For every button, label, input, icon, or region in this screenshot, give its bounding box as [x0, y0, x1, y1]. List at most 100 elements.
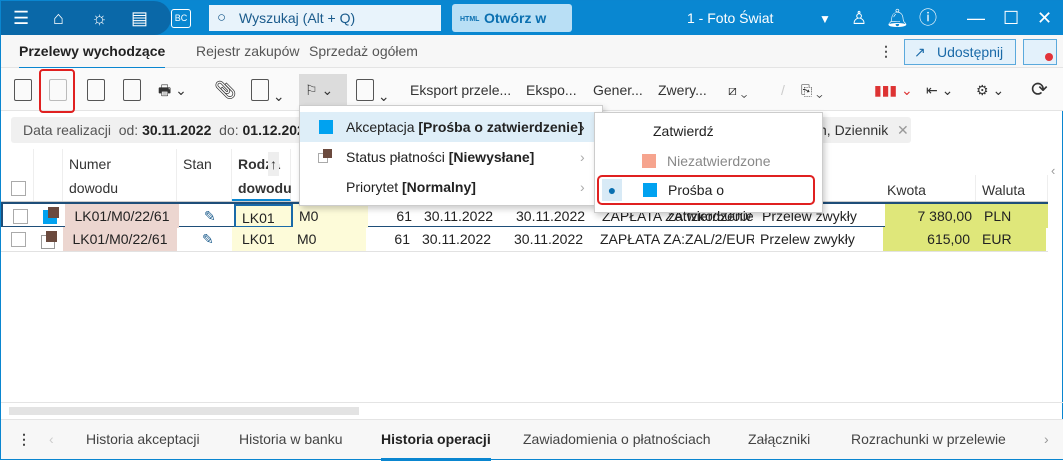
salmon-square-icon [642, 154, 656, 168]
filter-tail: n, Dziennik [819, 122, 889, 138]
lightbulb-icon[interactable]: ☼ [91, 7, 108, 29]
document-action-icon[interactable]: ⌄ [251, 76, 285, 104]
cell-numer: LK01/M0/22/61 [63, 227, 177, 251]
document-info-icon[interactable] [87, 76, 105, 104]
submenu-niezatwierdzone[interactable]: Niezatwierdzone [595, 146, 822, 176]
menu-item-priorytet[interactable]: Priorytet [Normalny] › [300, 172, 602, 202]
cell-rodzaj: LK01 [234, 204, 293, 228]
search-icon: ○ [217, 9, 227, 26]
tab-rejestr[interactable]: Rejestr zakupów [196, 35, 300, 67]
table-row[interactable]: LK01/M0/22/61 ✎ LK01 M0 61 30.11.2022 30… [1, 227, 1048, 252]
gear-warning-icon[interactable]: ⚙ ⌄ [976, 76, 1004, 104]
bottom-tabs: ⋮ ‹ Historia akceptacji Historia w banku… [1, 419, 1063, 461]
cell-nr: 61 [394, 231, 410, 247]
panel-icon[interactable]: ⇤ ⌄ [926, 76, 953, 104]
home-icon[interactable]: ⌂ [53, 7, 64, 29]
tab-przelewy[interactable]: Przelewy wychodzące [19, 35, 166, 70]
select-all-header [1, 149, 34, 201]
refresh-icon[interactable]: ⟳ [1031, 76, 1048, 104]
submenu-prosba[interactable]: ● Prośba o zatwierdzenie [597, 175, 815, 224]
generate-button[interactable]: Gener... [593, 76, 643, 104]
bell-icon[interactable]: 🔔︎ [886, 7, 909, 29]
tab-historia-operacji[interactable]: Historia operacji [381, 420, 491, 461]
bottom-scroll-left-icon[interactable]: ‹ [49, 420, 54, 458]
tab-sprzedaz[interactable]: Sprzedaż ogółem [309, 35, 418, 67]
header-waluta[interactable]: Waluta [976, 175, 1048, 201]
cell-kwota: 7 380,00 [885, 204, 978, 228]
tab-historia-akceptacji[interactable]: Historia akceptacji [86, 420, 200, 458]
help-icon[interactable]: ⓘ [919, 7, 937, 29]
print-icon[interactable]: 🖶︎ ⌄ [158, 76, 187, 104]
html-icon: HTML [460, 16, 480, 23]
clear-filter-icon[interactable]: ✕ [897, 117, 909, 143]
selected-dot-icon: ● [602, 179, 622, 201]
menu-item-status-platnosci[interactable]: Status płatności [Niewysłane] › [300, 142, 602, 172]
company-name[interactable]: 1 - Foto Świat [687, 1, 773, 35]
header-stan[interactable]: Stan [177, 149, 232, 201]
share-label: Udostępnij [937, 44, 1004, 60]
tab-historia-w-banku[interactable]: Historia w banku [239, 420, 343, 458]
document-edit-icon: ✎ [204, 208, 216, 224]
edit-document-icon[interactable] [39, 69, 75, 113]
horizontal-scrollbar[interactable] [1, 402, 1063, 416]
minimize-icon[interactable]: — [967, 7, 985, 29]
filter-do-label: do: [219, 122, 239, 138]
verify-button[interactable]: Zwery... [658, 76, 707, 104]
export-button[interactable]: Ekspo... [526, 76, 577, 104]
header-rodzaj[interactable]: Rodza dowodu ↑ [232, 149, 292, 201]
submenu-zatwierdz[interactable]: Zatwierdź [653, 116, 714, 146]
blue-square-icon [319, 120, 333, 134]
bottom-more-icon[interactable]: ⋮ [17, 420, 31, 458]
filter-od: 30.11.2022 [142, 122, 212, 138]
attachment-icon[interactable]: 📎︎ [214, 76, 237, 104]
cell-m: M0 [291, 227, 366, 251]
share-button[interactable]: ↗ Udostępnij [904, 39, 1016, 65]
delete-document-icon[interactable] [123, 76, 141, 104]
cell-date2: 30.11.2022 [514, 231, 584, 247]
copy-document-icon[interactable]: ⎘ ⌄ [801, 76, 823, 104]
flag-dropdown-menu: Akceptacja [Prośba o zatwierdzenie] › St… [299, 105, 603, 206]
document-edit-icon: ✎ [202, 231, 214, 247]
hamburger-menu-icon[interactable]: ☰ [13, 7, 29, 29]
cell-date2: 30.11.2022 [516, 208, 586, 224]
cell-rodzaj: LK01 [232, 227, 291, 251]
slash-icon: / [781, 82, 785, 98]
sort-asc-icon[interactable]: ↑ [268, 152, 279, 176]
chevron-down-icon[interactable]: ▼ [819, 8, 831, 30]
tab-zawiadomienia[interactable]: Zawiadomienia o płatnościach [523, 420, 711, 458]
tab-zalaczniki[interactable]: Załączniki [748, 420, 810, 458]
no-calendar-icon[interactable]: ⧄ ⌄ [728, 76, 747, 104]
open-html-button[interactable]: HTMLOtwórz w HTML [452, 4, 572, 54]
menu-item-akceptacja[interactable]: Akceptacja [Prośba o zatwierdzenie] › [300, 112, 602, 142]
tab-rozrachunki[interactable]: Rozrachunki w przelewie [851, 420, 1006, 458]
search-placeholder: Wyszukaj (Alt + Q) [239, 10, 356, 26]
search-input[interactable]: ○ Wyszukaj (Alt + Q) [209, 5, 441, 31]
maximize-icon[interactable]: ☐ [1003, 7, 1019, 29]
settings-document-icon[interactable]: ⌄ [356, 76, 390, 104]
flag-menu-button[interactable]: ⚐ ⌄ [299, 74, 347, 106]
bottom-scroll-right-icon[interactable]: › [1044, 420, 1049, 458]
filter-od-label: od: [118, 122, 139, 138]
row-checkbox[interactable] [11, 232, 26, 247]
close-icon[interactable]: ✕ [1037, 7, 1052, 29]
header-numer[interactable]: Numer dowodu [63, 149, 177, 201]
bc-button[interactable]: BC [171, 9, 191, 28]
cell-waluta: EUR [976, 227, 1046, 251]
chart-icon[interactable]: ▮▮▮ ⌄ [874, 76, 913, 104]
cell-waluta: PLN [978, 204, 1048, 228]
more-options-icon[interactable]: ⋮ [879, 35, 893, 67]
add-document-icon[interactable] [14, 76, 32, 104]
scroll-left-icon[interactable]: ‹ [1051, 163, 1055, 178]
scrollbar-thumb[interactable] [9, 407, 359, 415]
news-icon[interactable]: ▤ [131, 7, 148, 29]
chat-button[interactable] [1023, 39, 1057, 65]
select-all-checkbox[interactable] [11, 181, 26, 196]
row-checkbox[interactable] [13, 209, 28, 224]
chevron-right-icon: › [580, 179, 585, 195]
cell-tytul: ZAPŁATA ZA:ZAL/2/EUR [600, 231, 754, 247]
export-transfers-button[interactable]: Eksport przele... [410, 76, 511, 104]
cell-nr: 61 [396, 208, 412, 224]
header-kwota[interactable]: Kwota [881, 175, 976, 201]
user-icon[interactable]: ♙ [851, 7, 867, 29]
notification-dot [1045, 53, 1053, 61]
